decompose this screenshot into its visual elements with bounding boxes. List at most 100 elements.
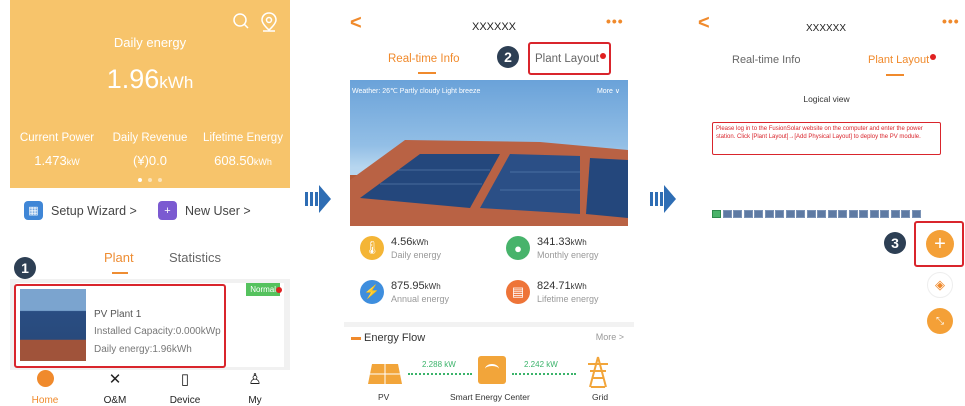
- status-dot: [276, 287, 282, 293]
- collapse-icon: ⤡: [936, 315, 944, 327]
- pv-module: [848, 210, 858, 218]
- pv-flow-line: [408, 373, 472, 375]
- location-icon[interactable]: [260, 12, 278, 37]
- pv-module: [764, 210, 774, 218]
- nav-home[interactable]: Home: [10, 370, 80, 406]
- daily-energy-label: Daily energy: [113, 35, 187, 50]
- more-menu-button[interactable]: •••: [942, 13, 960, 29]
- nav-device[interactable]: ▯ Device: [150, 370, 220, 406]
- thermometer-icon: 🌡: [360, 236, 384, 260]
- meter-icon: ▤: [506, 280, 530, 304]
- stat-lifetime-energy: ▤ 824.71kWh Lifetime energy: [506, 280, 599, 304]
- pv-module: [754, 210, 763, 218]
- stat-monthly-energy: ● 341.33kWh Monthly energy: [506, 236, 599, 260]
- notification-dot: [930, 54, 937, 60]
- add-user-icon: +: [158, 201, 177, 220]
- layers-button[interactable]: ◈: [927, 272, 953, 298]
- plant-photo: [350, 80, 628, 226]
- section-divider: [344, 322, 634, 327]
- tab-statistics[interactable]: Statistics: [169, 250, 221, 265]
- pv-label: PV: [378, 392, 390, 402]
- highlight-layout-tab: [528, 42, 611, 75]
- nav-my[interactable]: ♙ My: [220, 370, 290, 406]
- tab-indicator: [418, 72, 436, 74]
- setup-wizard-button[interactable]: ▦ Setup Wizard >: [24, 201, 137, 220]
- pv-power: 2.288 kW: [422, 360, 456, 369]
- home-screen: Daily energy 1.96kWh Current Power 1.473…: [10, 0, 290, 406]
- back-button[interactable]: <: [698, 12, 710, 35]
- energy-flow-more-button[interactable]: More >: [596, 332, 624, 342]
- more-menu-button[interactable]: •••: [606, 13, 624, 29]
- tab-plant-layout[interactable]: Plant Layout: [868, 54, 937, 66]
- layers-icon: ◈: [935, 277, 945, 292]
- drop-icon: ●: [506, 236, 530, 260]
- home-icon: [10, 370, 80, 390]
- stat-annual-energy: ⚡ 875.95kWh Annual energy: [360, 280, 449, 304]
- device-icon: ▯: [180, 371, 190, 388]
- tab-plant[interactable]: Plant: [104, 250, 134, 265]
- setup-wizard-icon: ▦: [24, 201, 43, 220]
- tab-indicator: [886, 74, 904, 76]
- pv-module: [796, 210, 805, 218]
- pv-module: [775, 210, 784, 218]
- pv-module: [890, 210, 900, 218]
- metric-current-power: Current Power 1.473kW: [19, 132, 95, 168]
- pv-module: [817, 210, 826, 218]
- step-1-badge: 1: [14, 257, 36, 279]
- pv-module: [911, 210, 921, 218]
- page-title: XXXXXX: [472, 21, 517, 33]
- grid-label: Grid: [592, 392, 609, 402]
- pv-module: [733, 210, 742, 218]
- pv-module: [901, 210, 910, 218]
- tools-icon: ✕: [108, 371, 122, 388]
- grid-tower-icon: [588, 356, 608, 388]
- grid-flow-line: [512, 373, 576, 375]
- pv-module: [859, 210, 868, 218]
- highlight-plant-box: [14, 284, 226, 368]
- new-user-button[interactable]: + New User >: [158, 201, 251, 220]
- stat-daily-energy: 🌡 4.56kWh Daily energy: [360, 236, 441, 260]
- next-arrow-icon: [305, 185, 331, 213]
- plant-detail-screen: < XXXXXX ••• Real-time Info Plant Layout…: [344, 0, 634, 406]
- pager-dots: [138, 169, 168, 187]
- pv-module: [880, 210, 889, 218]
- pv-module-string: [712, 210, 922, 218]
- pv-module: [785, 210, 795, 218]
- pv-module: [743, 210, 753, 218]
- logical-view-label: Logical view: [803, 94, 850, 104]
- inverter-node: [712, 210, 721, 218]
- add-button[interactable]: +: [926, 230, 954, 258]
- pv-module: [722, 210, 732, 218]
- pv-module: [827, 210, 837, 218]
- weather-more-button[interactable]: More ∨: [597, 87, 620, 95]
- smart-energy-center-label: Smart Energy Center: [450, 392, 530, 402]
- lightning-icon: ⚡: [360, 280, 384, 304]
- grid-power: 2.242 kW: [524, 360, 558, 369]
- metric-lifetime-energy: Lifetime Energy 608.50kWh: [203, 132, 283, 168]
- pv-panel-icon: [368, 364, 402, 384]
- step-3-badge: 3: [884, 232, 906, 254]
- collapse-button[interactable]: ⤡: [927, 308, 953, 334]
- section-marker: [351, 337, 361, 340]
- status-badge: Normal: [246, 283, 280, 296]
- search-icon[interactable]: [232, 12, 250, 35]
- tab-realtime-info[interactable]: Real-time Info: [732, 54, 800, 66]
- tab-indicator: [112, 272, 128, 274]
- energy-flow-title: Energy Flow: [364, 332, 426, 344]
- metric-daily-revenue: Daily Revenue (¥)0.0: [112, 132, 188, 168]
- tab-realtime-info[interactable]: Real-time Info: [388, 53, 460, 65]
- user-icon: ♙: [248, 371, 262, 388]
- pv-module: [869, 210, 879, 218]
- nav-om[interactable]: ✕ O&M: [80, 370, 150, 406]
- inverter-icon: [478, 356, 506, 384]
- pv-module: [806, 210, 816, 218]
- pv-module: [838, 210, 847, 218]
- deploy-hint-message: Please log in to the FusionSolar website…: [712, 122, 941, 155]
- page-title: XXXXXX: [806, 23, 847, 34]
- plus-icon: +: [934, 232, 946, 255]
- next-arrow-icon: [650, 185, 676, 213]
- weather-text: Weather: 26℃ Partly cloudy Light breeze: [352, 88, 481, 95]
- plant-layout-screen: < XXXXXX ••• Real-time Info Plant Layout…: [688, 0, 965, 406]
- back-button[interactable]: <: [350, 12, 362, 35]
- step-2-badge: 2: [497, 46, 519, 68]
